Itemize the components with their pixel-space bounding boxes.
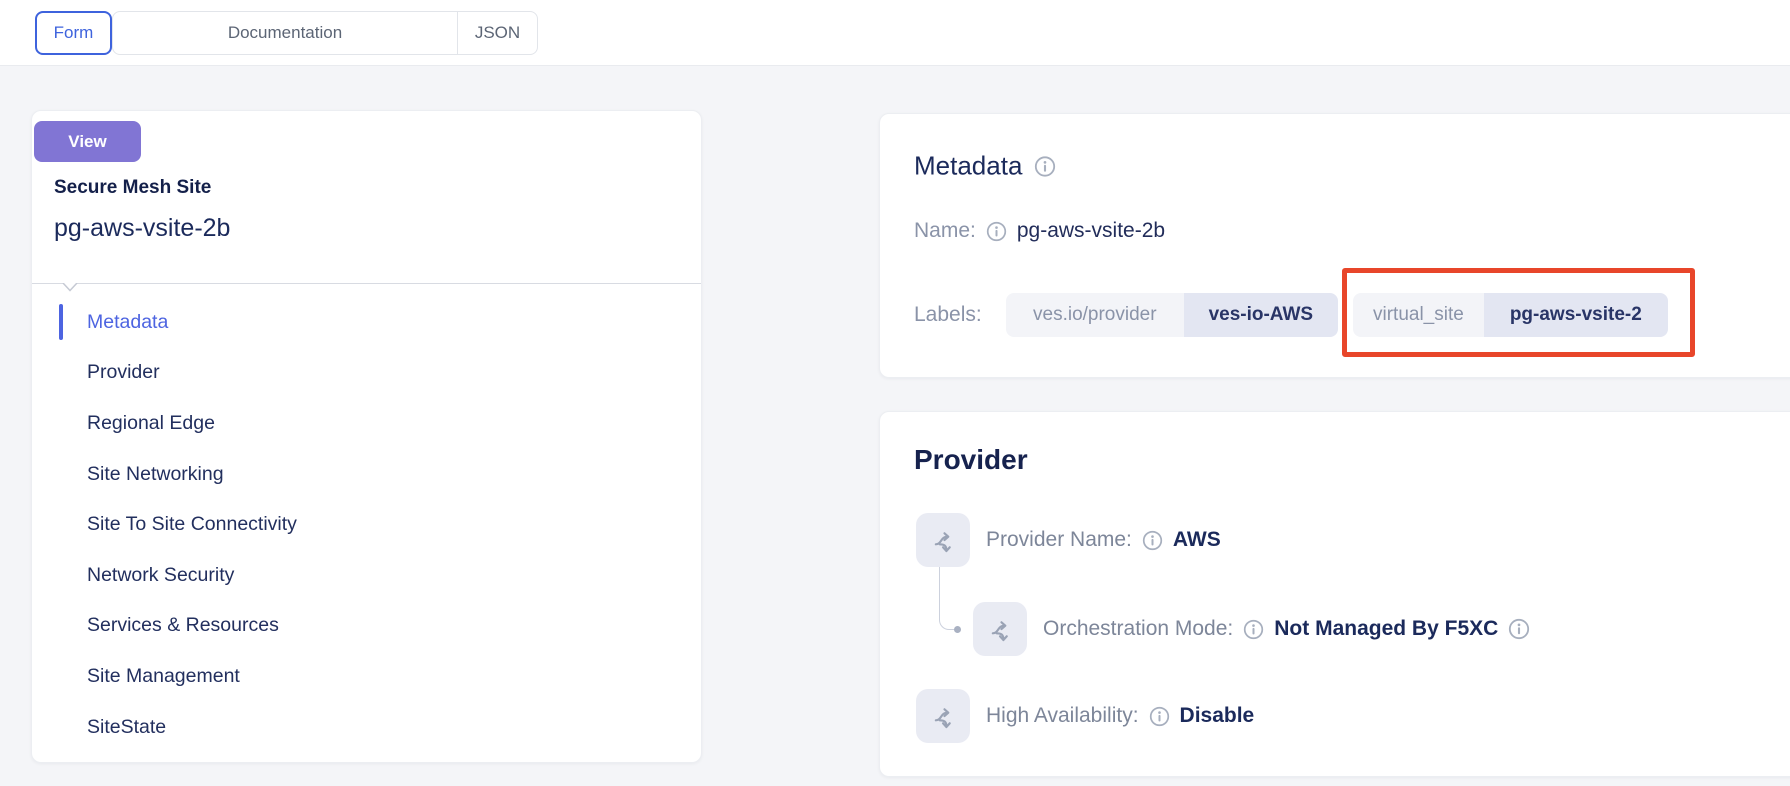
high-availability-value: Disable [1180,704,1255,728]
sidebar-item-label: Services & Resources [87,614,279,637]
provider-name-label: Provider Name: [986,528,1132,552]
sidebar-item-provider[interactable]: Provider [32,348,701,399]
tab-json[interactable]: JSON [457,12,537,54]
sidebar-item-sitestate[interactable]: SiteState [32,702,701,753]
active-indicator-bar [59,304,63,340]
provider-card: Provider Provider Name: AWS Orchestratio… [879,411,1790,777]
object-type-label: Secure Mesh Site [54,177,211,199]
label-chip-virtual-site: virtual_site pg-aws-vsite-2 [1353,293,1668,337]
label-chip-value: ves-io-AWS [1184,293,1339,337]
sidebar-item-services-resources[interactable]: Services & Resources [32,601,701,652]
high-availability-label: High Availability: [986,704,1139,728]
sidebar-item-label: Metadata [87,311,168,334]
branch-icon [916,513,970,567]
sidebar-item-network-security[interactable]: Network Security [32,550,701,601]
label-chip-key: ves.io/provider [1006,293,1184,337]
tab-documentation[interactable]: Documentation [113,12,457,54]
sidebar-item-metadata[interactable]: Metadata [32,297,701,348]
metadata-card: Metadata Name: pg-aws-vsite-2b Labels: v… [879,113,1790,378]
info-icon[interactable] [986,221,1007,242]
info-icon[interactable] [1243,619,1264,640]
object-name: pg-aws-vsite-2b [54,214,230,243]
branch-icon [916,689,970,743]
sidebar-item-label: Network Security [87,564,234,587]
orchestration-mode-value: Not Managed By F5XC [1274,617,1498,641]
provider-card-title: Provider [914,444,1028,476]
sidebar-item-label: Provider [87,361,160,384]
provider-name-row: Provider Name: AWS [916,513,1221,567]
sidebar-item-label: Regional Edge [87,412,215,435]
tab-form-label: Form [54,23,94,43]
tree-connector-line [939,567,957,630]
section-nav-panel: View Secure Mesh Site pg-aws-vsite-2b Me… [31,110,702,763]
info-icon[interactable] [1508,618,1530,640]
label-chip-provider: ves.io/provider ves-io-AWS [1006,293,1338,337]
provider-name-value: AWS [1173,528,1221,552]
tab-json-label: JSON [475,23,520,43]
sidebar-item-site-networking[interactable]: Site Networking [32,449,701,500]
chevron-down-notch-icon [62,283,78,292]
tab-group: Documentation JSON [112,11,538,55]
name-row: Name: pg-aws-vsite-2b [914,219,1165,243]
orchestration-mode-row: Orchestration Mode: Not Managed By F5XC [973,602,1530,656]
section-nav: Metadata Provider Regional Edge Site Net… [32,297,701,752]
info-icon[interactable] [1149,706,1170,727]
label-chip-key: virtual_site [1353,293,1484,337]
labels-label: Labels: [914,303,982,327]
view-mode-badge: View [34,121,141,162]
sidebar-item-label: SiteState [87,716,166,739]
name-label: Name: [914,219,976,243]
high-availability-row: High Availability: Disable [916,689,1254,743]
info-icon[interactable] [1142,530,1163,551]
sidebar-item-label: Site Management [87,665,240,688]
tab-form[interactable]: Form [35,11,112,55]
sidebar-item-regional-edge[interactable]: Regional Edge [32,398,701,449]
view-badge-label: View [68,132,106,152]
divider [32,283,701,284]
name-value: pg-aws-vsite-2b [1017,219,1165,243]
labels-row-label: Labels: [914,303,982,327]
info-icon[interactable] [1034,155,1056,177]
sidebar-item-label: Site To Site Connectivity [87,513,297,536]
tab-documentation-label: Documentation [228,23,342,43]
sidebar-item-site-management[interactable]: Site Management [32,651,701,702]
branch-icon [973,602,1027,656]
label-chip-value: pg-aws-vsite-2 [1484,293,1668,337]
metadata-card-title: Metadata [914,151,1022,182]
view-mode-tab-bar: Form Documentation JSON [0,0,1790,66]
sidebar-item-label: Site Networking [87,463,224,486]
orchestration-mode-label: Orchestration Mode: [1043,617,1233,641]
sidebar-item-site-to-site-connectivity[interactable]: Site To Site Connectivity [32,499,701,550]
